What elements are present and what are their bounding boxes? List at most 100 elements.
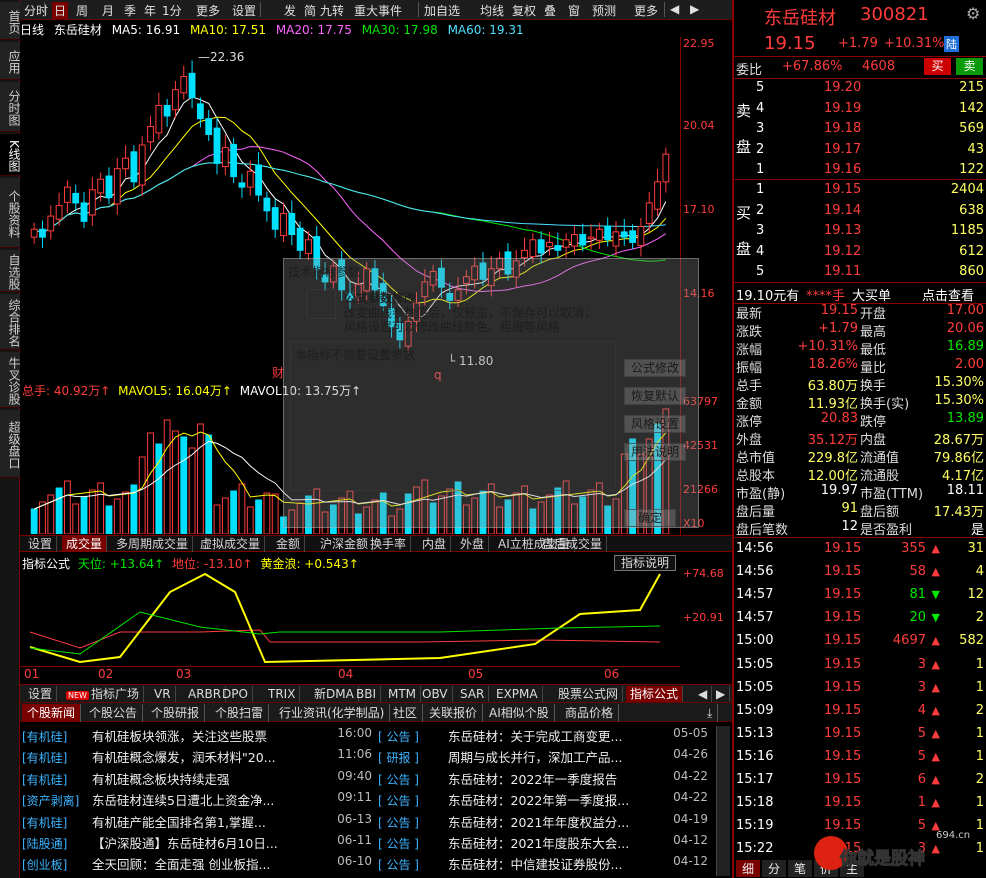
news-item[interactable]: [ 公告 ] 东岳硅材：2022年一季度报告 04-22	[378, 769, 708, 790]
toolbar-item-14[interactable]: 均线	[480, 2, 504, 19]
formula-tab-1[interactable]: NEW 指标广场	[62, 686, 144, 702]
indicator-tab-4[interactable]: 金额	[272, 536, 306, 552]
bids-row[interactable]: 3 19.13 1185	[734, 221, 986, 242]
news-tab-4[interactable]: 行业资讯(化学制品)	[274, 704, 391, 722]
candle[interactable]	[155, 104, 163, 134]
candle[interactable]	[537, 239, 545, 254]
candle[interactable]	[637, 226, 645, 247]
big-order-link[interactable]: 点击查看	[922, 285, 974, 304]
left-tab-5[interactable]: 自选股	[0, 250, 21, 292]
formula-tab-2[interactable]: VR	[150, 686, 176, 702]
formula-tab-11[interactable]: EXPMA	[492, 686, 543, 702]
restore-default-button[interactable]: 恢复默认	[624, 387, 686, 405]
news-item[interactable]: [ 公告 ] 东岳硅材：关于完成工商变更... 05-05	[378, 726, 708, 747]
candle[interactable]	[595, 228, 603, 241]
formula-tab-7[interactable]: BBI	[352, 686, 382, 702]
asks-row[interactable]: 3 19.18 569	[734, 119, 986, 140]
news-title[interactable]: 全天回顾：全面走强 创业板指...	[92, 857, 270, 872]
news-title[interactable]: 【沪深股通】东岳硅材6月10日...	[92, 836, 278, 851]
news-tab-8[interactable]: 商品价格	[560, 704, 620, 722]
toolbar-item-3[interactable]: 月	[102, 2, 114, 19]
toolbar-item-10[interactable]: 简	[304, 2, 316, 19]
buy-button[interactable]: 买	[924, 58, 951, 75]
candle[interactable]	[587, 236, 595, 240]
news-title[interactable]: 东岳硅材：2022年一季度报告	[448, 772, 617, 787]
candle[interactable]	[521, 249, 528, 259]
indicator-tab-0[interactable]: 设置	[24, 536, 58, 552]
news-title[interactable]: 东岳硅材：2021年度股东大会...	[448, 836, 629, 851]
news-title[interactable]: 有机硅板块领涨，关注这些股票	[92, 729, 267, 744]
news-item[interactable]: [资产剥离] 东岳硅材连续5日遭北上资金净... 09:11	[22, 790, 372, 811]
candle[interactable]	[205, 118, 213, 135]
left-tab-4[interactable]: 个股资料	[0, 178, 21, 248]
formula-tab-13[interactable]: 指标公式	[626, 686, 684, 702]
candle[interactable]	[230, 143, 238, 178]
formula-tab-0[interactable]: 设置	[24, 686, 58, 702]
toolbar-item-7[interactable]: 更多	[196, 2, 220, 19]
left-tab-0[interactable]: 首页	[0, 2, 21, 40]
candle[interactable]	[263, 197, 271, 212]
news-tab-2[interactable]: 个股研报	[146, 704, 206, 722]
news-title[interactable]: 有机硅概念爆发，润禾材料"20...	[92, 750, 276, 765]
formula-tab-8[interactable]: MTM	[384, 686, 422, 702]
candle[interactable]	[30, 228, 38, 238]
candle[interactable]	[72, 192, 80, 204]
usage-help-button[interactable]: 用法说明	[624, 443, 686, 461]
news-item[interactable]: [创业板] 全天回顾：全面走强 创业板指... 06-10	[22, 854, 372, 875]
candle[interactable]	[296, 227, 304, 251]
candle[interactable]	[280, 212, 287, 237]
toolbar-back-icon[interactable]: ◀	[670, 2, 679, 16]
toolbar-item-12[interactable]: 重大事件	[354, 2, 402, 19]
candle[interactable]	[122, 157, 129, 170]
formula-tab-4[interactable]: DPO	[218, 686, 253, 702]
candle[interactable]	[163, 104, 171, 117]
news-item[interactable]: [有机硅] 有机硅概念板块持续走强 09:40	[22, 769, 372, 790]
toolbar-item-15[interactable]: 复权	[512, 2, 536, 19]
formula-tab-5[interactable]: TRIX	[264, 686, 301, 702]
candle[interactable]	[196, 103, 204, 120]
panel-tab-2[interactable]: 笔	[788, 860, 812, 877]
news-tab-5[interactable]: 社区	[388, 704, 424, 722]
news-title[interactable]: 东岳硅材：2021年年度权益分...	[448, 815, 629, 830]
candle[interactable]	[180, 76, 188, 94]
news-title[interactable]: 东岳硅材：中信建投证券股份...	[448, 857, 622, 872]
indicator-tab-10[interactable]: 盘后成交量	[538, 536, 608, 552]
news-tab-6[interactable]: 关联报价	[424, 704, 484, 722]
bids-row[interactable]: 1 19.15 2404	[734, 180, 986, 201]
left-tab-8[interactable]: 超级盘口	[0, 410, 21, 478]
candle[interactable]	[288, 212, 296, 236]
left-tab-1[interactable]: 应用	[0, 42, 21, 80]
download-icon[interactable]: ⤓	[702, 704, 719, 722]
candle[interactable]	[629, 230, 637, 243]
candle[interactable]	[105, 175, 113, 199]
candle[interactable]	[39, 228, 46, 238]
asks-row[interactable]: 2 19.17 43	[734, 140, 986, 161]
formula-tab-10[interactable]: SAR	[456, 686, 490, 702]
candle[interactable]	[255, 164, 262, 196]
candle[interactable]	[562, 239, 570, 248]
candle[interactable]	[612, 231, 620, 247]
left-tab-3[interactable]: K线图	[0, 134, 21, 176]
news-title[interactable]: 有机硅概念板块持续走强	[92, 772, 230, 787]
news-title[interactable]: 周期与成长并行，深加工产品...	[448, 750, 622, 765]
toolbar-item-11[interactable]: 九转	[320, 2, 344, 19]
news-scrollbar[interactable]	[716, 726, 730, 876]
news-item[interactable]: [ 研报 ] 周期与成长并行，深加工产品... 04-26	[378, 747, 708, 768]
toolbar-item-18[interactable]: 预测	[592, 2, 616, 19]
news-item[interactable]: [有机硅] 有机硅板块领涨，关注这些股票 16:00	[22, 726, 372, 747]
candle[interactable]	[55, 205, 63, 220]
toolbar-item-8[interactable]: 设置	[232, 2, 256, 19]
news-item[interactable]: [ 公告 ] 东岳硅材：2021年年度权益分... 04-19	[378, 812, 708, 833]
confirm-button[interactable]: 确定	[624, 509, 676, 527]
candle[interactable]	[529, 239, 537, 258]
indicator-tab-8[interactable]: 外盘	[456, 536, 490, 552]
toolbar-forward-icon[interactable]: ▶	[690, 2, 699, 16]
candle[interactable]	[246, 170, 254, 188]
candle[interactable]	[138, 144, 146, 186]
asks-row[interactable]: 1 19.16 122	[734, 160, 986, 181]
big-order-row[interactable]: 19.10元有 ****手 大买单 点击查看	[734, 283, 986, 304]
indicator-tab-5[interactable]: 沪深金额	[316, 536, 374, 552]
candle[interactable]	[571, 234, 578, 247]
candle[interactable]	[47, 215, 55, 232]
news-title[interactable]: 东岳硅材连续5日遭北上资金净...	[92, 793, 274, 808]
